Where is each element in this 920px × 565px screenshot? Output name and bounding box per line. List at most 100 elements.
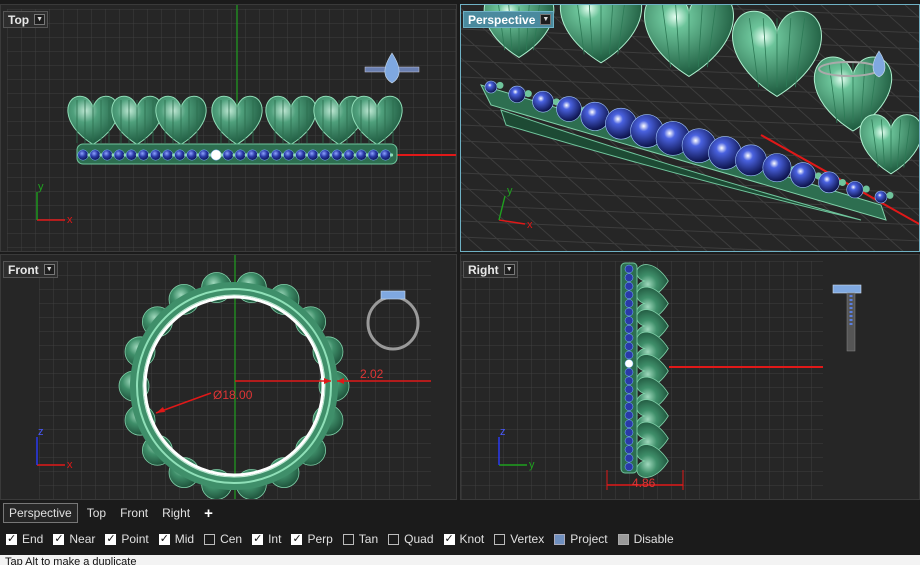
tab-top[interactable]: Top (82, 504, 111, 522)
checkbox-icon[interactable] (158, 532, 170, 545)
sapphire (367, 149, 379, 161)
sapphire (508, 85, 526, 103)
chevron-down-icon[interactable]: ▼ (43, 264, 55, 275)
checkbox-icon[interactable] (617, 533, 629, 545)
sapphire (624, 376, 634, 386)
sapphire (162, 149, 174, 161)
add-tab-button[interactable]: + (199, 505, 218, 522)
osnap-perp[interactable]: Perp (291, 532, 333, 546)
sapphire (186, 149, 198, 161)
sapphire (624, 445, 634, 454)
sapphire (222, 149, 234, 161)
sapphire (624, 299, 634, 308)
sapphire (125, 149, 137, 161)
sapphire (624, 273, 634, 282)
osnap-quad[interactable]: Quad (388, 532, 434, 546)
viewport-label-top[interactable]: Top ▼ (3, 11, 49, 28)
ring-thumbnail (832, 284, 862, 352)
osnap-mid[interactable]: Mid (158, 532, 195, 546)
viewport-label-front[interactable]: Front ▼ (3, 261, 58, 278)
osnap-knot[interactable]: Knot (443, 532, 485, 546)
osnap-label: Knot (459, 532, 485, 546)
sapphire (307, 149, 319, 161)
checkbox-icon[interactable] (443, 532, 455, 545)
sapphire (77, 149, 89, 161)
osnap-label: Perp (307, 532, 333, 546)
osnap-bar: End Near Point Mid Cen Int Perp Tan Quad Knot Vert… (0, 528, 920, 550)
command-line[interactable]: Tap Alt to make a duplicate (0, 555, 920, 565)
osnap-label: Project (570, 532, 608, 546)
sapphire (234, 149, 246, 161)
checkbox-icon[interactable] (554, 533, 566, 545)
sapphire (624, 290, 634, 300)
diameter-dimension[interactable]: Ø18.00 (213, 388, 252, 402)
osnap-disable[interactable]: Disable (617, 532, 674, 546)
sapphire (874, 190, 888, 204)
top-view-canvas: x y (7, 5, 456, 251)
svg-text:x: x (67, 459, 73, 471)
tab-right[interactable]: Right (157, 504, 195, 522)
chevron-down-icon[interactable]: ▼ (503, 264, 515, 275)
osnap-near[interactable]: Near (53, 532, 95, 546)
width-dimension[interactable]: 4.86 (632, 476, 655, 490)
sapphire (113, 149, 125, 161)
rhino-window: x y Top ▼ x y Perspective ▼ x z Ø18.00 2… (0, 0, 920, 565)
sapphire (624, 385, 634, 394)
sapphire (295, 149, 307, 161)
checkbox-icon[interactable] (204, 533, 216, 545)
sapphire (846, 181, 864, 199)
sapphire (198, 149, 210, 161)
osnap-project[interactable]: Project (554, 532, 608, 546)
osnap-tan[interactable]: Tan (342, 532, 379, 546)
osnap-label: Tan (358, 532, 379, 546)
sapphire (624, 333, 634, 343)
sapphire (343, 149, 355, 161)
sapphire (580, 101, 610, 131)
osnap-label: Disable (633, 532, 674, 546)
osnap-label: Mid (174, 532, 195, 546)
sapphire (624, 402, 634, 411)
osnap-label: Quad (404, 532, 434, 546)
chevron-down-icon[interactable]: ▼ (540, 14, 552, 25)
osnap-cen[interactable]: Cen (204, 532, 242, 546)
osnap-label: End (22, 532, 44, 546)
osnap-point[interactable]: Point (105, 532, 149, 546)
viewport-label-right[interactable]: Right ▼ (463, 261, 518, 278)
sapphire (624, 393, 634, 403)
sapphire (818, 171, 840, 194)
sapphire (246, 149, 258, 161)
sapphire (624, 453, 634, 463)
sapphire (624, 281, 634, 291)
checkbox-icon[interactable] (388, 533, 400, 545)
osnap-int[interactable]: Int (252, 532, 281, 546)
sapphire (89, 149, 101, 161)
osnap-end[interactable]: End (6, 532, 43, 546)
checkbox-icon[interactable] (105, 532, 117, 545)
viewport-perspective[interactable]: x y Perspective ▼ (460, 4, 920, 252)
tab-perspective[interactable]: Perspective (3, 503, 78, 523)
viewport-label-perspective[interactable]: Perspective ▼ (463, 11, 555, 28)
osnap-label: Near (69, 532, 96, 546)
viewport-title: Top (8, 12, 30, 27)
viewport-tabs: Perspective Top Front Right + (0, 502, 920, 524)
tab-front[interactable]: Front (115, 504, 153, 522)
checkbox-icon[interactable] (53, 532, 65, 545)
sapphire (735, 144, 767, 177)
checkbox-icon[interactable] (6, 532, 17, 545)
viewport-right[interactable]: y z 4.86 Right ▼ (460, 254, 920, 500)
checkbox-icon[interactable] (494, 533, 506, 545)
sapphire (484, 80, 498, 94)
checkbox-icon[interactable] (291, 532, 303, 545)
chevron-down-icon[interactable]: ▼ (34, 14, 46, 25)
thickness-dimension[interactable]: 2.02 (360, 367, 383, 381)
sapphire (556, 96, 582, 122)
checkbox-icon[interactable] (342, 533, 354, 545)
checkbox-icon[interactable] (252, 532, 264, 545)
svg-text:y: y (38, 181, 44, 193)
sapphire (150, 149, 162, 161)
command-prompt: Tap Alt to make a duplicate (5, 556, 137, 565)
osnap-vertex[interactable]: Vertex (494, 532, 544, 546)
viewport-top[interactable]: x y Top ▼ (0, 4, 457, 252)
sapphire (331, 149, 343, 161)
viewport-front[interactable]: x z Ø18.00 2.02 Front ▼ (0, 254, 457, 500)
